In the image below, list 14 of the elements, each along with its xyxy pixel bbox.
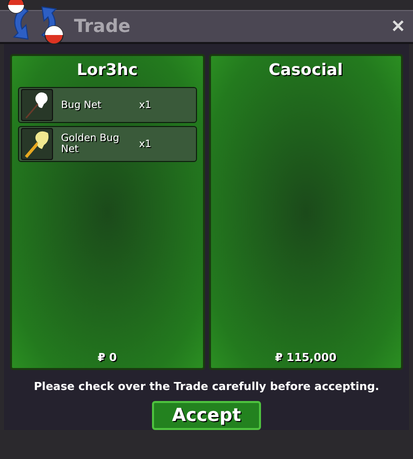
window-title: Trade	[74, 16, 130, 37]
player-name: Lor3hc	[76, 60, 138, 79]
item-row[interactable]: Golden Bug Net x1	[18, 126, 196, 162]
item-row[interactable]: Bug Net x1	[18, 87, 196, 123]
money-amount: ₽ 115,000	[274, 351, 337, 364]
player-name: Casocial	[268, 60, 343, 79]
accept-button[interactable]: Accept	[152, 401, 261, 430]
notice-text: Please check over the Trade carefully before accepting.	[34, 380, 380, 393]
item-quantity: x1	[139, 100, 152, 110]
item-quantity: x1	[139, 138, 152, 150]
close-button[interactable]: ✕	[389, 16, 407, 37]
item-name: Bug Net	[61, 100, 102, 110]
item-name: Golden Bug Net	[61, 133, 120, 155]
money-amount: ₽ 0	[98, 351, 117, 364]
